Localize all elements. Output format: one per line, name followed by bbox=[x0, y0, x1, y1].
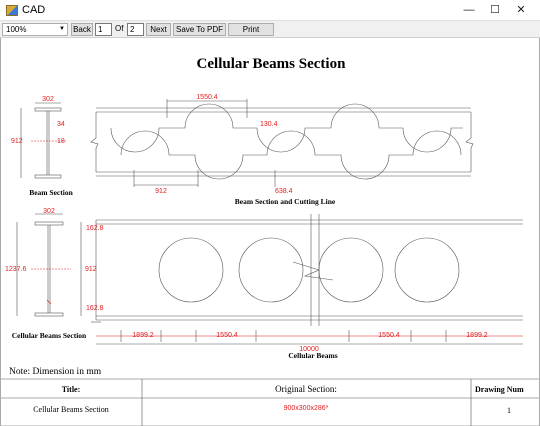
toolbar: 100% ▼ Back 1 Of 2 Next Save To PDF Prin… bbox=[0, 21, 540, 38]
total-pages-field: 2 bbox=[127, 23, 144, 36]
cut-depth-dim: 638.4 bbox=[275, 188, 293, 195]
end-left-dim: 1899.2 bbox=[132, 332, 154, 339]
title-value: Cellular Beams Section bbox=[33, 405, 109, 414]
zoom-select[interactable]: 100% ▼ bbox=[2, 23, 68, 36]
spacing-right-dim: 1550.4 bbox=[378, 332, 400, 339]
end-right-dim: 1899.2 bbox=[466, 332, 488, 339]
spacing-left-dim: 1550.4 bbox=[216, 332, 238, 339]
title-block bbox=[1, 378, 539, 426]
cellular-section-figure bbox=[16, 213, 82, 317]
save-to-pdf-button[interactable]: Save To PDF bbox=[173, 23, 226, 36]
cutting-caption: Beam Section and Cutting Line bbox=[235, 197, 336, 206]
beam-section-caption: Beam Section bbox=[29, 188, 73, 197]
cell-flange-bottom-dim: 162.8 bbox=[86, 305, 104, 312]
cell-hole-dim: 912 bbox=[85, 266, 97, 273]
back-button[interactable]: Back bbox=[71, 23, 93, 36]
window-titlebar: CAD — ☐ ✕ bbox=[0, 0, 540, 21]
cellular-section-caption: Cellular Beams Section bbox=[12, 331, 87, 340]
cellular-beams-caption: Cellular Beams bbox=[288, 351, 337, 360]
document-view: Cellular Beams Section 302 34 912 18 Bea… bbox=[0, 38, 540, 426]
print-button[interactable]: Print bbox=[228, 23, 274, 36]
page-number-input[interactable]: 1 bbox=[95, 23, 112, 36]
title-header: Title: bbox=[62, 385, 81, 394]
drawing-number-header: Drawing Num bbox=[475, 385, 524, 394]
next-button[interactable]: Next bbox=[146, 23, 171, 36]
close-button[interactable]: ✕ bbox=[508, 0, 534, 21]
beam-flange-dim: 34 bbox=[57, 121, 65, 128]
minimize-button[interactable]: — bbox=[456, 0, 482, 21]
beam-height-dim: 912 bbox=[11, 138, 23, 145]
zoom-value: 100% bbox=[6, 25, 27, 34]
maximize-button[interactable]: ☐ bbox=[482, 0, 508, 21]
beam-web-dim: 18 bbox=[57, 138, 65, 145]
cut-height-dim: 912 bbox=[155, 188, 167, 195]
original-section-header: Original Section: bbox=[275, 384, 337, 394]
drawing-title: Cellular Beams Section bbox=[197, 56, 347, 72]
beam-width-dim: 302 bbox=[42, 96, 54, 103]
window-title: CAD bbox=[22, 4, 46, 16]
app-icon bbox=[6, 5, 18, 16]
drawing-canvas: Cellular Beams Section 302 34 912 18 Bea… bbox=[1, 56, 539, 426]
cell-height-dim: 1237.6 bbox=[5, 266, 27, 273]
cut-offset-dim: 130.4 bbox=[260, 121, 278, 128]
cellular-beam-figure bbox=[91, 214, 523, 345]
cell-width-dim: 302 bbox=[43, 208, 55, 215]
drawing-number-value: 1 bbox=[507, 406, 511, 415]
of-label: Of bbox=[115, 24, 124, 33]
cut-spacing-dim: 1550.4 bbox=[196, 94, 218, 101]
original-section-value: 900x300x286* bbox=[284, 405, 329, 412]
chevron-down-icon: ▼ bbox=[59, 26, 65, 32]
dimension-note: Note: Dimension in mm bbox=[9, 367, 102, 377]
cell-flange-top-dim: 162.8 bbox=[86, 225, 104, 232]
cutting-line-figure bbox=[90, 99, 474, 187]
